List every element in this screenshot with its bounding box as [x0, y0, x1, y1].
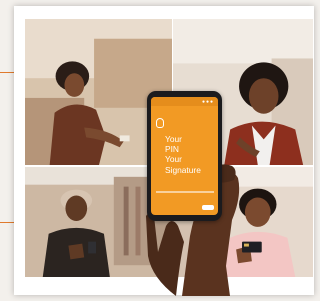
photo-collage: ●●● Your PIN Your Signature [14, 6, 314, 296]
phone-screen: ●●● Your PIN Your Signature [151, 97, 218, 215]
status-indicators: ●●● [201, 99, 214, 105]
status-bar: ●●● [151, 97, 218, 106]
phone-headline: Your PIN Your Signature [165, 134, 217, 175]
headline-line-3: Your [165, 154, 182, 165]
smartphone: ●●● Your PIN Your Signature [147, 91, 222, 221]
headline-line-4: Signature [165, 164, 201, 175]
headline-line-1: Your [165, 134, 182, 144]
fine-print [156, 191, 214, 193]
headline-line-2: PIN [165, 144, 179, 155]
fingerprint-icon [156, 118, 164, 128]
card-logo-icon [202, 205, 214, 210]
